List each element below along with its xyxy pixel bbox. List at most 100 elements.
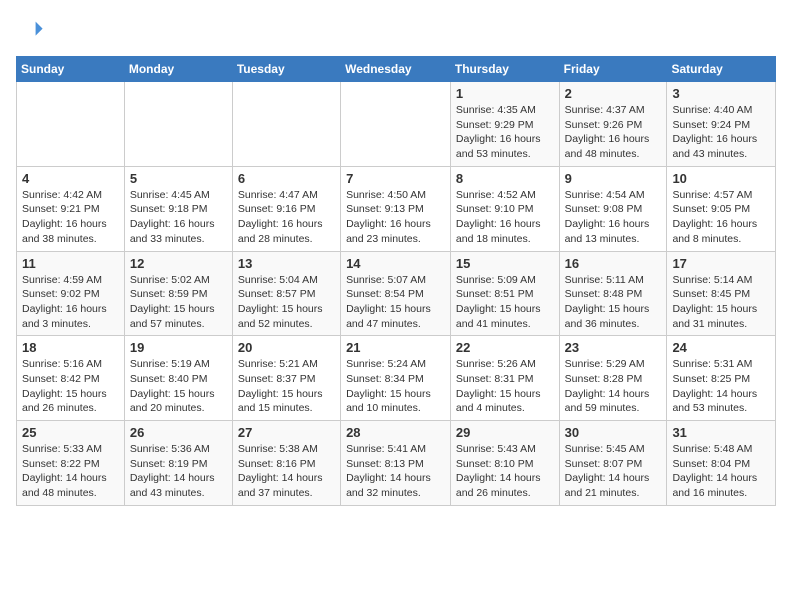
calendar-day-cell: 28 Sunrise: 5:41 AM Sunset: 8:13 PM Dayli… xyxy=(341,421,451,506)
day-number: 5 xyxy=(130,171,227,186)
day-info: Sunrise: 4:42 AM Sunset: 9:21 PM Dayligh… xyxy=(22,188,119,247)
day-info: Sunrise: 4:47 AM Sunset: 9:16 PM Dayligh… xyxy=(238,188,335,247)
day-info: Sunrise: 4:45 AM Sunset: 9:18 PM Dayligh… xyxy=(130,188,227,247)
day-number: 28 xyxy=(346,425,445,440)
calendar-day-cell: 1Sunrise: 4:35 AM Sunset: 9:29 PM Daylig… xyxy=(450,82,559,167)
weekday-header-monday: Monday xyxy=(124,57,232,82)
weekday-header-wednesday: Wednesday xyxy=(341,57,451,82)
day-number: 17 xyxy=(672,256,770,271)
calendar-day-cell: 8 Sunrise: 4:52 AM Sunset: 9:10 PM Daylig… xyxy=(450,166,559,251)
calendar-day-cell: 2 Sunrise: 4:37 AM Sunset: 9:26 PM Daylig… xyxy=(559,82,667,167)
calendar-day-cell: 16 Sunrise: 5:11 AM Sunset: 8:48 PM Dayli… xyxy=(559,251,667,336)
day-number: 9 xyxy=(565,171,662,186)
day-number: 11 xyxy=(22,256,119,271)
day-info: Sunrise: 5:26 AM Sunset: 8:31 PM Dayligh… xyxy=(456,357,554,416)
page-header xyxy=(16,16,776,44)
calendar-day-cell: 23 Sunrise: 5:29 AM Sunset: 8:28 PM Dayli… xyxy=(559,336,667,421)
day-info: Sunrise: 5:09 AM Sunset: 8:51 PM Dayligh… xyxy=(456,273,554,332)
calendar-day-cell: 19 Sunrise: 5:19 AM Sunset: 8:40 PM Dayli… xyxy=(124,336,232,421)
day-number: 25 xyxy=(22,425,119,440)
weekday-header-saturday: Saturday xyxy=(667,57,776,82)
calendar-day-cell: 27 Sunrise: 5:38 AM Sunset: 8:16 PM Dayli… xyxy=(232,421,340,506)
day-number: 2 xyxy=(565,86,662,101)
day-number: 19 xyxy=(130,340,227,355)
calendar-day-cell: 11 Sunrise: 4:59 AM Sunset: 9:02 PM Dayli… xyxy=(17,251,125,336)
weekday-header-thursday: Thursday xyxy=(450,57,559,82)
day-info: Sunrise: 5:21 AM Sunset: 8:37 PM Dayligh… xyxy=(238,357,335,416)
day-info: Sunrise: 4:59 AM Sunset: 9:02 PM Dayligh… xyxy=(22,273,119,332)
day-number: 14 xyxy=(346,256,445,271)
calendar-day-cell xyxy=(17,82,125,167)
day-number: 30 xyxy=(565,425,662,440)
calendar-day-cell: 26 Sunrise: 5:36 AM Sunset: 8:19 PM Dayli… xyxy=(124,421,232,506)
day-info: Sunrise: 5:24 AM Sunset: 8:34 PM Dayligh… xyxy=(346,357,445,416)
day-info: Sunrise: 4:52 AM Sunset: 9:10 PM Dayligh… xyxy=(456,188,554,247)
day-number: 10 xyxy=(672,171,770,186)
calendar-day-cell: 6Sunrise: 4:47 AM Sunset: 9:16 PM Daylig… xyxy=(232,166,340,251)
calendar-day-cell: 4Sunrise: 4:42 AM Sunset: 9:21 PM Daylig… xyxy=(17,166,125,251)
day-number: 24 xyxy=(672,340,770,355)
day-info: Sunrise: 5:41 AM Sunset: 8:13 PM Dayligh… xyxy=(346,442,445,501)
day-info: Sunrise: 5:38 AM Sunset: 8:16 PM Dayligh… xyxy=(238,442,335,501)
day-number: 21 xyxy=(346,340,445,355)
day-info: Sunrise: 5:16 AM Sunset: 8:42 PM Dayligh… xyxy=(22,357,119,416)
calendar-day-cell: 9Sunrise: 4:54 AM Sunset: 9:08 PM Daylig… xyxy=(559,166,667,251)
calendar-day-cell: 20Sunrise: 5:21 AM Sunset: 8:37 PM Dayli… xyxy=(232,336,340,421)
day-number: 22 xyxy=(456,340,554,355)
calendar-day-cell: 7 Sunrise: 4:50 AM Sunset: 9:13 PM Daylig… xyxy=(341,166,451,251)
calendar-day-cell: 15 Sunrise: 5:09 AM Sunset: 8:51 PM Dayli… xyxy=(450,251,559,336)
weekday-header-tuesday: Tuesday xyxy=(232,57,340,82)
day-info: Sunrise: 5:48 AM Sunset: 8:04 PM Dayligh… xyxy=(672,442,770,501)
calendar-day-cell: 3 Sunrise: 4:40 AM Sunset: 9:24 PM Daylig… xyxy=(667,82,776,167)
day-number: 15 xyxy=(456,256,554,271)
day-number: 23 xyxy=(565,340,662,355)
calendar-day-cell: 31 Sunrise: 5:48 AM Sunset: 8:04 PM Dayli… xyxy=(667,421,776,506)
day-number: 13 xyxy=(238,256,335,271)
day-info: Sunrise: 5:07 AM Sunset: 8:54 PM Dayligh… xyxy=(346,273,445,332)
day-number: 29 xyxy=(456,425,554,440)
day-info: Sunrise: 5:31 AM Sunset: 8:25 PM Dayligh… xyxy=(672,357,770,416)
calendar-day-cell: 13Sunrise: 5:04 AM Sunset: 8:57 PM Dayli… xyxy=(232,251,340,336)
calendar-day-cell: 18 Sunrise: 5:16 AM Sunset: 8:42 PM Dayli… xyxy=(17,336,125,421)
day-number: 16 xyxy=(565,256,662,271)
day-number: 26 xyxy=(130,425,227,440)
day-number: 7 xyxy=(346,171,445,186)
day-info: Sunrise: 4:40 AM Sunset: 9:24 PM Dayligh… xyxy=(672,103,770,162)
calendar-day-cell: 29 Sunrise: 5:43 AM Sunset: 8:10 PM Dayli… xyxy=(450,421,559,506)
logo-icon xyxy=(16,16,44,44)
day-info: Sunrise: 5:02 AM Sunset: 8:59 PM Dayligh… xyxy=(130,273,227,332)
day-info: Sunrise: 5:14 AM Sunset: 8:45 PM Dayligh… xyxy=(672,273,770,332)
calendar-day-cell: 22 Sunrise: 5:26 AM Sunset: 8:31 PM Dayli… xyxy=(450,336,559,421)
calendar-day-cell xyxy=(124,82,232,167)
day-info: Sunrise: 5:43 AM Sunset: 8:10 PM Dayligh… xyxy=(456,442,554,501)
weekday-header-sunday: Sunday xyxy=(17,57,125,82)
day-info: Sunrise: 5:33 AM Sunset: 8:22 PM Dayligh… xyxy=(22,442,119,501)
day-info: Sunrise: 4:50 AM Sunset: 9:13 PM Dayligh… xyxy=(346,188,445,247)
day-number: 27 xyxy=(238,425,335,440)
calendar-day-cell: 25 Sunrise: 5:33 AM Sunset: 8:22 PM Dayli… xyxy=(17,421,125,506)
calendar-day-cell: 12 Sunrise: 5:02 AM Sunset: 8:59 PM Dayli… xyxy=(124,251,232,336)
calendar-week-row: 25 Sunrise: 5:33 AM Sunset: 8:22 PM Dayli… xyxy=(17,421,776,506)
day-info: Sunrise: 5:29 AM Sunset: 8:28 PM Dayligh… xyxy=(565,357,662,416)
day-info: Sunrise: 5:45 AM Sunset: 8:07 PM Dayligh… xyxy=(565,442,662,501)
day-info: Sunrise: 4:35 AM Sunset: 9:29 PM Dayligh… xyxy=(456,103,554,162)
calendar-week-row: 1Sunrise: 4:35 AM Sunset: 9:29 PM Daylig… xyxy=(17,82,776,167)
logo xyxy=(16,16,48,44)
day-info: Sunrise: 5:19 AM Sunset: 8:40 PM Dayligh… xyxy=(130,357,227,416)
weekday-header-row: SundayMondayTuesdayWednesdayThursdayFrid… xyxy=(17,57,776,82)
calendar-table: SundayMondayTuesdayWednesdayThursdayFrid… xyxy=(16,56,776,506)
calendar-day-cell: 30 Sunrise: 5:45 AM Sunset: 8:07 PM Dayli… xyxy=(559,421,667,506)
day-number: 8 xyxy=(456,171,554,186)
day-info: Sunrise: 5:11 AM Sunset: 8:48 PM Dayligh… xyxy=(565,273,662,332)
day-number: 3 xyxy=(672,86,770,101)
calendar-day-cell: 14 Sunrise: 5:07 AM Sunset: 8:54 PM Dayli… xyxy=(341,251,451,336)
calendar-day-cell: 24 Sunrise: 5:31 AM Sunset: 8:25 PM Dayli… xyxy=(667,336,776,421)
day-number: 18 xyxy=(22,340,119,355)
day-number: 31 xyxy=(672,425,770,440)
calendar-day-cell: 21 Sunrise: 5:24 AM Sunset: 8:34 PM Dayli… xyxy=(341,336,451,421)
day-number: 12 xyxy=(130,256,227,271)
day-info: Sunrise: 4:57 AM Sunset: 9:05 PM Dayligh… xyxy=(672,188,770,247)
day-info: Sunrise: 4:37 AM Sunset: 9:26 PM Dayligh… xyxy=(565,103,662,162)
calendar-week-row: 4Sunrise: 4:42 AM Sunset: 9:21 PM Daylig… xyxy=(17,166,776,251)
day-info: Sunrise: 5:36 AM Sunset: 8:19 PM Dayligh… xyxy=(130,442,227,501)
